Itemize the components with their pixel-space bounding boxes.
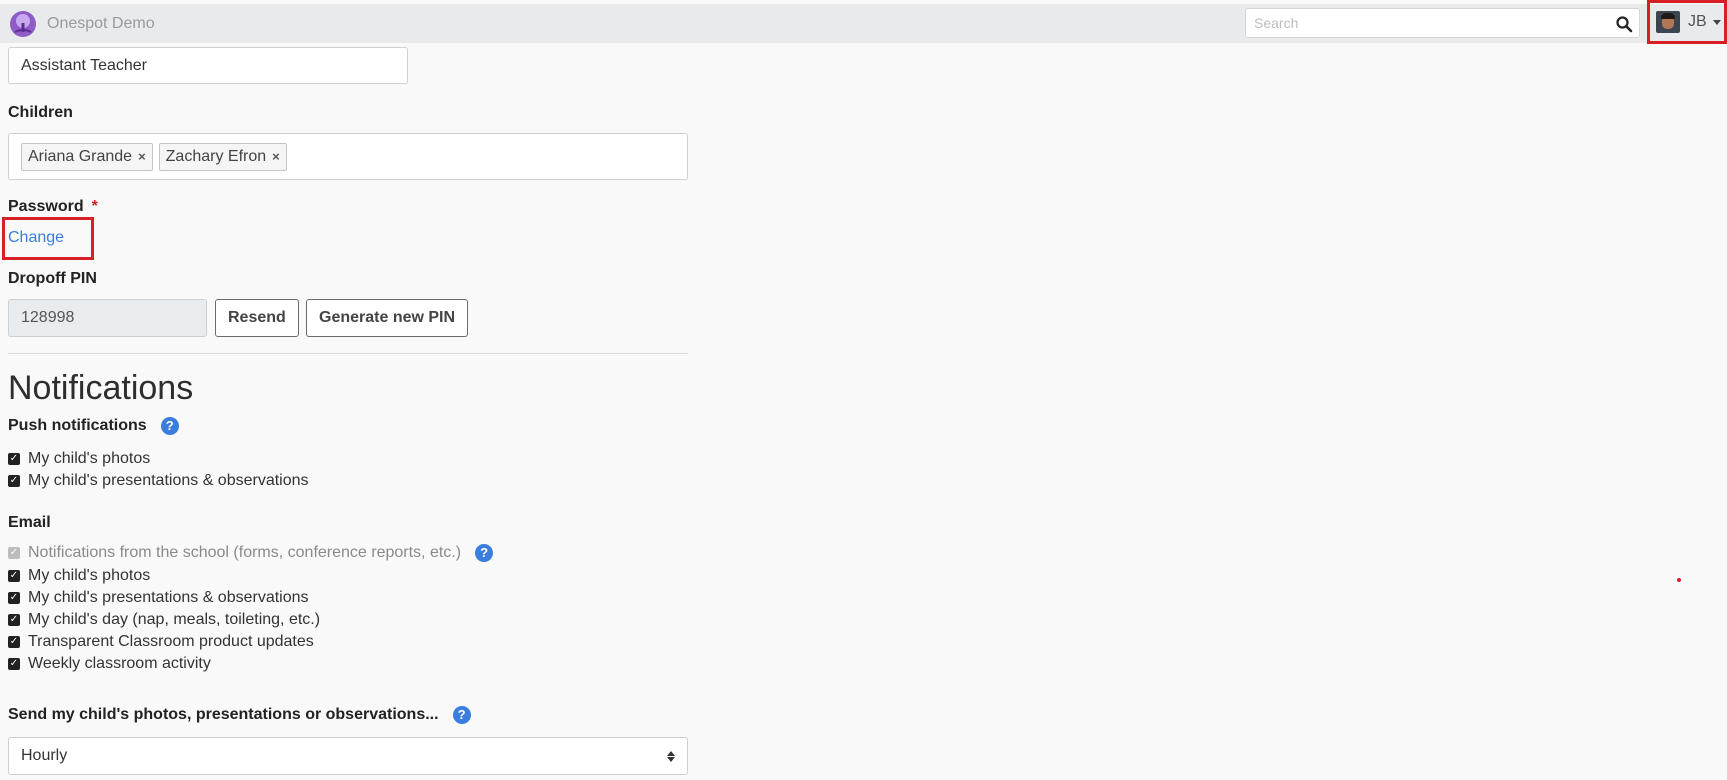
child-tag-label: Ariana Grande bbox=[28, 147, 133, 165]
option-label: Notifications from the school (forms, co… bbox=[28, 544, 462, 561]
push-options: ✓ My child's photos ✓ My child's present… bbox=[8, 448, 309, 492]
app-title: Onespot Demo bbox=[47, 15, 155, 32]
email-option[interactable]: ✓ Weekly classroom activity bbox=[8, 653, 493, 675]
notifications-heading: Notifications bbox=[8, 369, 194, 407]
resend-button[interactable]: Resend bbox=[215, 299, 299, 337]
email-label: Email bbox=[8, 514, 51, 531]
help-icon[interactable]: ? bbox=[160, 417, 179, 435]
option-label: My child's photos bbox=[28, 450, 151, 467]
frequency-label: Send my child's photos, presentations or… bbox=[8, 706, 439, 723]
remove-tag-icon[interactable]: × bbox=[138, 149, 146, 164]
checkbox-checked-icon[interactable]: ✓ bbox=[8, 658, 20, 670]
push-notifications-header: Push notifications ? bbox=[8, 417, 179, 435]
email-option[interactable]: ✓ Transparent Classroom product updates bbox=[8, 631, 493, 653]
change-password-link[interactable]: Change bbox=[8, 229, 64, 247]
checkbox-checked-icon[interactable]: ✓ bbox=[8, 570, 20, 582]
search-box bbox=[1245, 8, 1640, 38]
chevron-down-icon bbox=[1712, 19, 1721, 25]
top-navbar: Onespot Demo bbox=[0, 4, 1727, 43]
option-label: Weekly classroom activity bbox=[28, 655, 211, 672]
email-option[interactable]: ✓ My child's presentations & observation… bbox=[8, 587, 493, 609]
search-input[interactable] bbox=[1246, 9, 1606, 37]
child-tag-label: Zachary Efron bbox=[165, 147, 267, 165]
push-option[interactable]: ✓ My child's photos bbox=[8, 448, 309, 470]
divider bbox=[8, 353, 688, 354]
remove-tag-icon[interactable]: × bbox=[272, 149, 280, 164]
option-label: My child's presentations & observations bbox=[28, 472, 309, 489]
frequency-select[interactable]: Hourly bbox=[8, 737, 688, 775]
dropoff-pin-label: Dropoff PIN bbox=[8, 270, 97, 287]
checkbox-checked-icon[interactable]: ✓ bbox=[8, 453, 20, 465]
user-menu-dropdown[interactable]: JB bbox=[1647, 0, 1727, 44]
option-label: My child's day (nap, meals, toileting, e… bbox=[28, 611, 321, 628]
generate-pin-button[interactable]: Generate new PIN bbox=[306, 299, 469, 337]
cursor-dot bbox=[1677, 578, 1681, 582]
push-option[interactable]: ✓ My child's presentations & observation… bbox=[8, 470, 309, 492]
avatar bbox=[1656, 11, 1680, 33]
children-label: Children bbox=[8, 104, 73, 121]
brand[interactable]: Onespot Demo bbox=[9, 10, 155, 38]
checkbox-disabled-icon: ✓ bbox=[8, 547, 20, 559]
email-options: ✓ Notifications from the school (forms, … bbox=[8, 541, 494, 675]
email-option[interactable]: ✓ My child's photos bbox=[8, 565, 493, 587]
dropoff-pin-field: 128998 bbox=[8, 299, 207, 337]
child-tag: Ariana Grande × bbox=[21, 142, 153, 171]
email-option[interactable]: ✓ My child's day (nap, meals, toileting,… bbox=[8, 609, 493, 631]
frequency-selected-value: Hourly bbox=[21, 747, 68, 764]
user-initials: JB bbox=[1688, 13, 1707, 30]
email-option: ✓ Notifications from the school (forms, … bbox=[8, 541, 494, 565]
children-tag-input[interactable]: Ariana Grande × Zachary Efron × bbox=[8, 133, 688, 180]
search-icon[interactable] bbox=[1615, 15, 1633, 33]
checkbox-checked-icon[interactable]: ✓ bbox=[8, 636, 20, 648]
help-icon[interactable]: ? bbox=[475, 544, 494, 562]
frequency-header: Send my child's photos, presentations or… bbox=[8, 706, 471, 724]
required-marker: * bbox=[91, 198, 98, 215]
role-field[interactable]: Assistant Teacher bbox=[8, 47, 408, 84]
checkbox-checked-icon[interactable]: ✓ bbox=[8, 592, 20, 604]
option-label: Transparent Classroom product updates bbox=[28, 633, 314, 650]
checkbox-checked-icon[interactable]: ✓ bbox=[8, 475, 20, 487]
help-icon[interactable]: ? bbox=[452, 706, 471, 724]
push-notifications-label: Push notifications bbox=[8, 417, 147, 434]
tree-logo-icon bbox=[10, 11, 36, 37]
option-label: My child's presentations & observations bbox=[28, 589, 309, 606]
checkbox-checked-icon[interactable]: ✓ bbox=[8, 614, 20, 626]
password-label: Password * bbox=[8, 198, 98, 216]
child-tag: Zachary Efron × bbox=[158, 142, 287, 171]
select-arrows-icon bbox=[667, 750, 675, 762]
option-label: My child's photos bbox=[28, 567, 151, 584]
password-label-text: Password bbox=[8, 198, 84, 215]
